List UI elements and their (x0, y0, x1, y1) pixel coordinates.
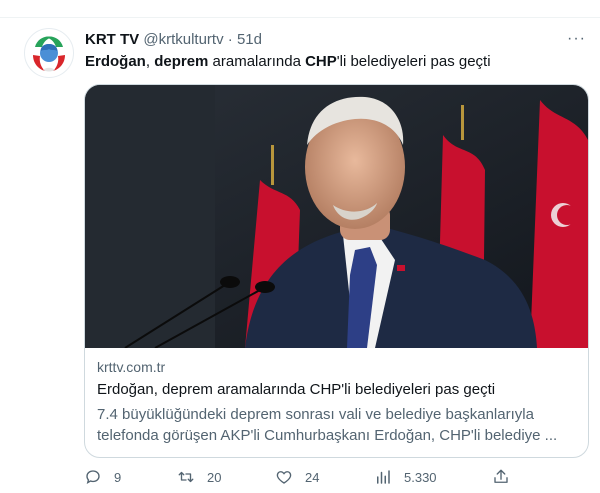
reply-count: 9 (114, 469, 122, 485)
timestamp[interactable]: 51d (237, 31, 262, 48)
heart-icon (276, 471, 292, 484)
avatar[interactable] (24, 28, 74, 78)
tweet-text: Erdoğan, deprem aramalarında CHP'li bele… (85, 53, 491, 70)
retweet-icon (178, 471, 194, 483)
card-domain: krttv.com.tr (97, 359, 166, 375)
retweet-count: 20 (207, 469, 222, 485)
share-icon (494, 469, 508, 483)
separator-dot: · (227, 31, 233, 48)
link-card[interactable]: krttv.com.tr Erdoğan, deprem aramalarınd… (84, 84, 589, 458)
like-count: 24 (305, 469, 320, 485)
view-count: 5.330 (404, 469, 437, 485)
card-meta: krttv.com.tr Erdoğan, deprem aramalarınd… (97, 359, 576, 446)
previous-tweet-actions-strip (230, 0, 510, 6)
share-button[interactable] (492, 468, 510, 486)
author-name[interactable]: KRT TV (85, 31, 139, 48)
reply-button[interactable]: 9 (84, 468, 121, 486)
card-image (85, 85, 588, 348)
tweet-text-part-4: aramalarında (208, 53, 306, 70)
krt-logo-icon (33, 36, 65, 72)
tweet-actions: 9 20 24 5.330 (84, 468, 524, 488)
divider (0, 17, 600, 18)
card-title: Erdoğan, deprem aramalarında CHP'li bele… (97, 381, 496, 398)
card-description: 7.4 büyüklüğündeki deprem sonrası vali v… (97, 406, 558, 444)
tweet-header: KRT TV @krtkulturtv · 51d (85, 31, 262, 48)
tweet-text-part-6: 'li belediyeleri pas geçti (336, 53, 491, 70)
tweet-text-part-2: , (145, 53, 155, 70)
author-handle[interactable]: @krtkulturtv (143, 31, 223, 48)
analytics-icon (377, 470, 390, 484)
like-button[interactable]: 24 (275, 468, 319, 486)
reply-icon (86, 470, 100, 485)
views-button[interactable]: 5.330 (374, 468, 437, 486)
tweet-text-bold-2: deprem (154, 53, 209, 70)
retweet-button[interactable]: 20 (177, 468, 221, 486)
tweet-text-bold-1: Erdoğan (85, 53, 146, 70)
tweet-text-bold-3: CHP (305, 53, 337, 70)
more-icon[interactable]: ··· (567, 30, 586, 48)
